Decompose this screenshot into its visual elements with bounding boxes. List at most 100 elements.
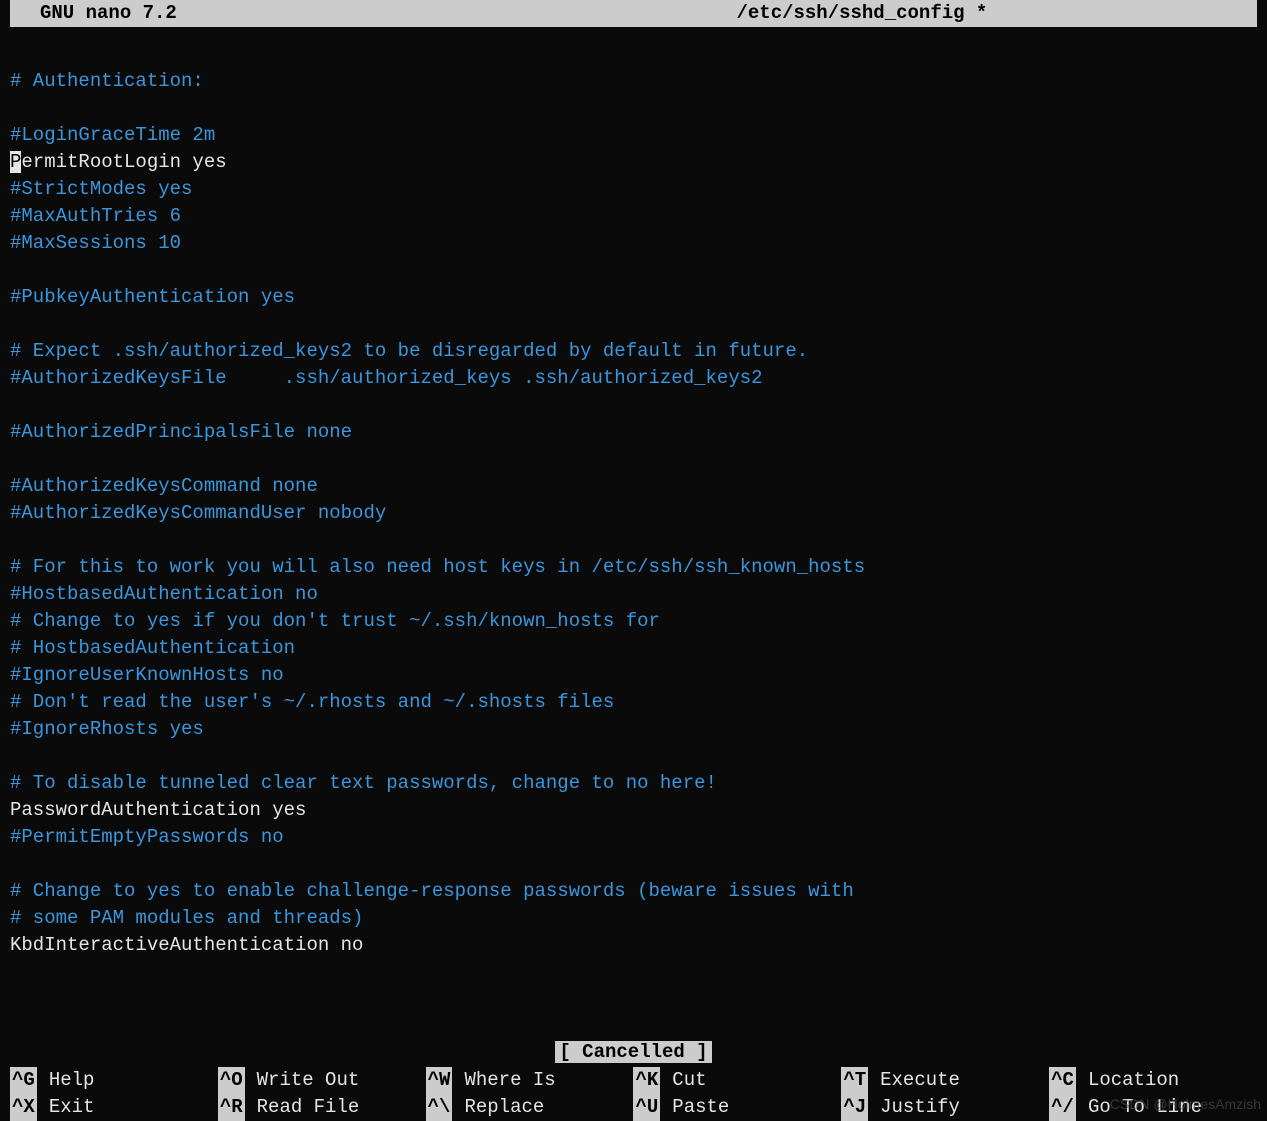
shortcut-item[interactable]: ^TExecute	[841, 1067, 1049, 1094]
line-text: #MaxSessions 10	[10, 232, 181, 254]
editor-line[interactable]: #IgnoreRhosts yes	[10, 716, 1257, 743]
editor-line[interactable]: KbdInteractiveAuthentication no	[10, 932, 1257, 959]
shortcut-item[interactable]: ^RRead File	[218, 1094, 426, 1121]
shortcut-item[interactable]: ^JJustify	[841, 1094, 1049, 1121]
editor-line[interactable]: #StrictModes yes	[10, 176, 1257, 203]
editor-line[interactable]: PermitRootLogin yes	[10, 149, 1257, 176]
file-path: /etc/ssh/sshd_config *	[177, 0, 1247, 27]
shortcut-item[interactable]: ^XExit	[10, 1094, 218, 1121]
shortcut-key: ^R	[218, 1094, 245, 1121]
editor-line[interactable]: # HostbasedAuthentication	[10, 635, 1257, 662]
editor-line[interactable]: # Authentication:	[10, 68, 1257, 95]
editor-line[interactable]: # To disable tunneled clear text passwor…	[10, 770, 1257, 797]
line-text: PasswordAuthentication yes	[10, 799, 306, 821]
editor-line[interactable]: # Expect .ssh/authorized_keys2 to be dis…	[10, 338, 1257, 365]
editor-line[interactable]	[10, 95, 1257, 122]
line-text: #MaxAuthTries 6	[10, 205, 181, 227]
shortcut-item[interactable]: ^UPaste	[633, 1094, 841, 1121]
line-text: #AuthorizedKeysCommand none	[10, 475, 318, 497]
status-bar: [ Cancelled ]	[0, 1039, 1267, 1066]
line-text: KbdInteractiveAuthentication no	[10, 934, 363, 956]
shortcut-item[interactable]: ^KCut	[633, 1067, 841, 1094]
editor-line[interactable]: #PubkeyAuthentication yes	[10, 284, 1257, 311]
app-name: GNU nano 7.2	[20, 0, 177, 27]
shortcut-key: ^W	[426, 1067, 453, 1094]
shortcut-key: ^O	[218, 1067, 245, 1094]
editor-line[interactable]: # Don't read the user's ~/.rhosts and ~/…	[10, 689, 1257, 716]
editor-line[interactable]: #MaxSessions 10	[10, 230, 1257, 257]
line-text: #AuthorizedKeysFile .ssh/authorized_keys…	[10, 367, 763, 389]
line-text: # Change to yes to enable challenge-resp…	[10, 880, 854, 902]
editor-line[interactable]	[10, 41, 1257, 68]
line-text: ermitRootLogin yes	[21, 151, 226, 173]
shortcut-key: ^\	[426, 1094, 453, 1121]
line-text: # HostbasedAuthentication	[10, 637, 295, 659]
editor-line[interactable]: #AuthorizedKeysCommandUser nobody	[10, 500, 1257, 527]
shortcut-label: Cut	[660, 1067, 706, 1094]
editor-line[interactable]: #AuthorizedKeysFile .ssh/authorized_keys…	[10, 365, 1257, 392]
editor-line[interactable]	[10, 446, 1257, 473]
shortcut-label: Where Is	[452, 1067, 555, 1094]
editor-line[interactable]: PasswordAuthentication yes	[10, 797, 1257, 824]
editor-line[interactable]: #HostbasedAuthentication no	[10, 581, 1257, 608]
shortcut-key: ^J	[841, 1094, 868, 1121]
editor-line[interactable]	[10, 311, 1257, 338]
shortcut-item[interactable]: ^GHelp	[10, 1067, 218, 1094]
editor-line[interactable]: #AuthorizedKeysCommand none	[10, 473, 1257, 500]
editor-line[interactable]	[10, 527, 1257, 554]
line-text: # Expect .ssh/authorized_keys2 to be dis…	[10, 340, 808, 362]
editor-line[interactable]: # For this to work you will also need ho…	[10, 554, 1257, 581]
shortcut-key: ^C	[1049, 1067, 1076, 1094]
line-text: # Don't read the user's ~/.rhosts and ~/…	[10, 691, 614, 713]
shortcut-label: Read File	[245, 1094, 360, 1121]
editor-line[interactable]	[10, 743, 1257, 770]
line-text: #AuthorizedPrincipalsFile none	[10, 421, 352, 443]
editor-line[interactable]: #MaxAuthTries 6	[10, 203, 1257, 230]
shortcut-key: ^G	[10, 1067, 37, 1094]
shortcut-row-1: ^GHelp^OWrite Out^WWhere Is^KCut^TExecut…	[10, 1067, 1257, 1094]
editor-line[interactable]	[10, 257, 1257, 284]
editor-line[interactable]: #PermitEmptyPasswords no	[10, 824, 1257, 851]
editor-line[interactable]: #IgnoreUserKnownHosts no	[10, 662, 1257, 689]
shortcut-label: Justify	[868, 1094, 960, 1121]
editor-line[interactable]	[10, 851, 1257, 878]
editor-line[interactable]: # Change to yes to enable challenge-resp…	[10, 878, 1257, 905]
watermark: CSDN @HolmesAmzish	[1110, 1095, 1261, 1115]
line-text: # some PAM modules and threads)	[10, 907, 363, 929]
line-text: #AuthorizedKeysCommandUser nobody	[10, 502, 386, 524]
line-text: # Authentication:	[10, 70, 204, 92]
line-text: #LoginGraceTime 2m	[10, 124, 215, 146]
editor-line[interactable]: #AuthorizedPrincipalsFile none	[10, 419, 1257, 446]
editor-line[interactable]: #LoginGraceTime 2m	[10, 122, 1257, 149]
line-text: # To disable tunneled clear text passwor…	[10, 772, 717, 794]
shortcut-key: ^T	[841, 1067, 868, 1094]
line-text: # For this to work you will also need ho…	[10, 556, 865, 578]
shortcut-label: Paste	[660, 1094, 729, 1121]
shortcut-row-2: ^XExit^RRead File^\Replace^UPaste^JJusti…	[10, 1094, 1257, 1121]
editor-line[interactable]: # Change to yes if you don't trust ~/.ss…	[10, 608, 1257, 635]
editor-line[interactable]: # some PAM modules and threads)	[10, 905, 1257, 932]
line-text: #IgnoreUserKnownHosts no	[10, 664, 284, 686]
shortcut-key: ^U	[633, 1094, 660, 1121]
shortcut-label: Exit	[37, 1094, 95, 1121]
editor-line[interactable]	[10, 392, 1257, 419]
shortcut-key: ^/	[1049, 1094, 1076, 1121]
shortcut-bar: ^GHelp^OWrite Out^WWhere Is^KCut^TExecut…	[10, 1067, 1257, 1121]
shortcut-item[interactable]: ^OWrite Out	[218, 1067, 426, 1094]
shortcut-label: Execute	[868, 1067, 960, 1094]
line-text: #PermitEmptyPasswords no	[10, 826, 284, 848]
line-text: #IgnoreRhosts yes	[10, 718, 204, 740]
line-text: # Change to yes if you don't trust ~/.ss…	[10, 610, 660, 632]
shortcut-label: Replace	[452, 1094, 544, 1121]
shortcut-label: Help	[37, 1067, 95, 1094]
editor-area[interactable]: # Authentication: #LoginGraceTime 2m Permi…	[0, 27, 1267, 959]
line-text: #PubkeyAuthentication yes	[10, 286, 295, 308]
cursor: P	[10, 151, 21, 173]
shortcut-key: ^X	[10, 1094, 37, 1121]
line-text: #StrictModes yes	[10, 178, 192, 200]
shortcut-item[interactable]: ^CLocation	[1049, 1067, 1257, 1094]
shortcut-item[interactable]: ^WWhere Is	[426, 1067, 634, 1094]
shortcut-label: Write Out	[245, 1067, 360, 1094]
shortcut-key: ^K	[633, 1067, 660, 1094]
shortcut-item[interactable]: ^\Replace	[426, 1094, 634, 1121]
